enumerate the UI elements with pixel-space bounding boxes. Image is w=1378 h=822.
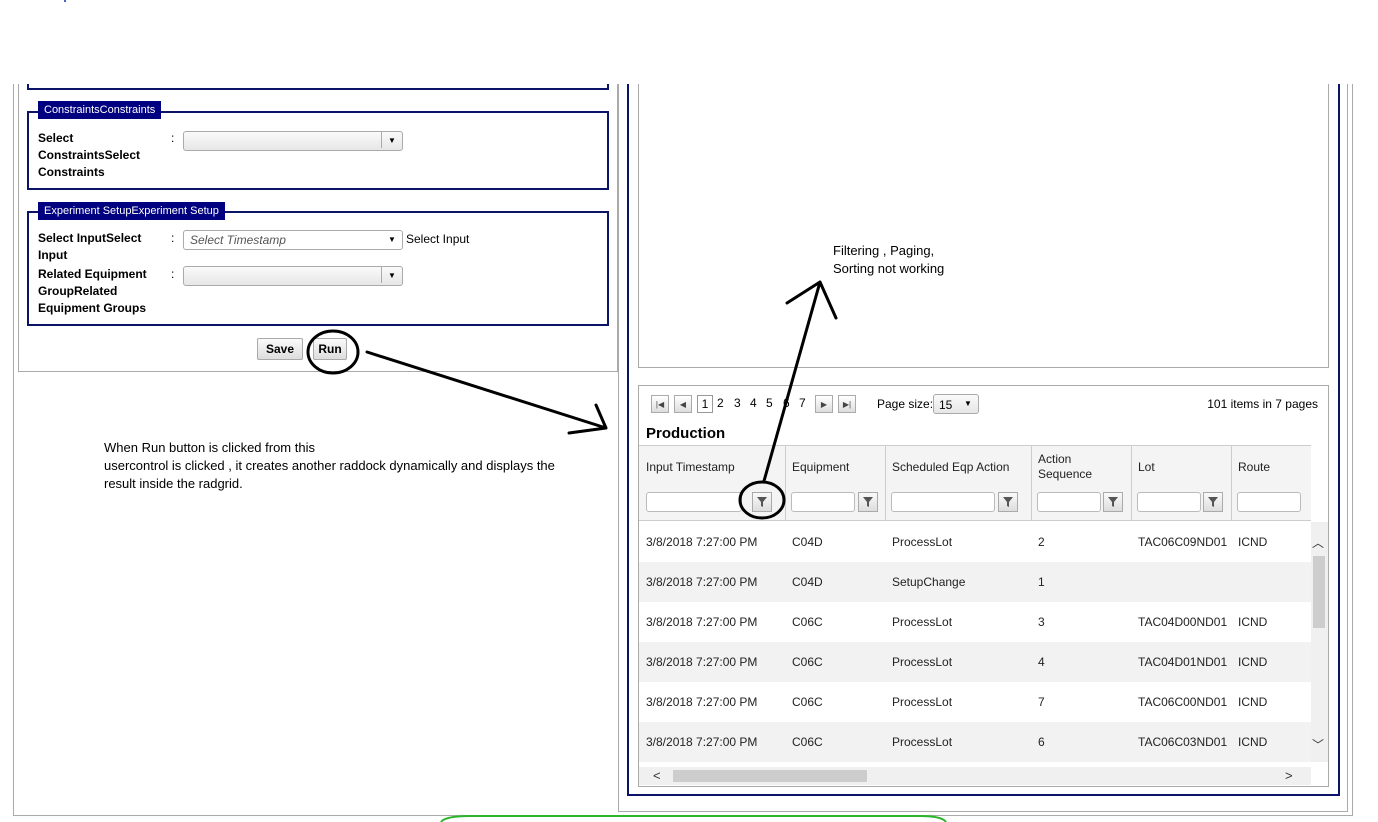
run-button-circle [306, 329, 360, 375]
filter-button-circle [738, 480, 786, 520]
status-green-edge [440, 815, 947, 822]
run-to-grid-arrow [365, 350, 608, 435]
annotation-overlay [306, 280, 947, 822]
filter-to-note-arrow [762, 280, 838, 483]
